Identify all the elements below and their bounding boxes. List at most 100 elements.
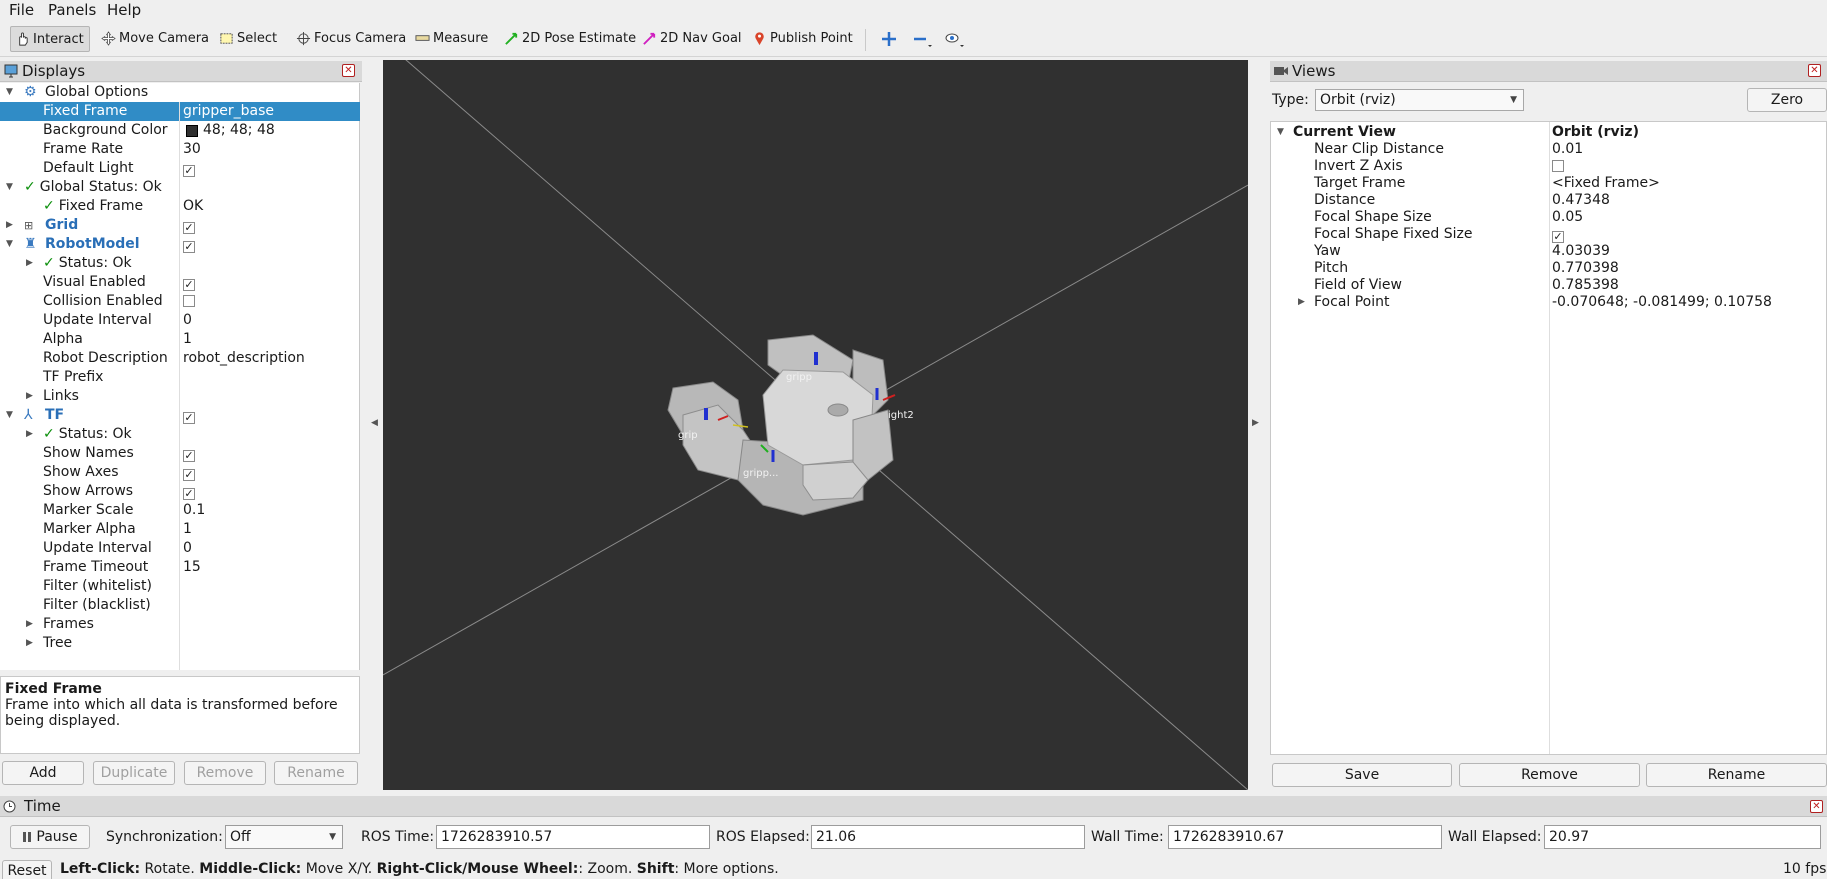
collapse-arrow-icon[interactable]: ▶ — [26, 615, 33, 634]
expand-arrow-icon[interactable]: ▼ — [6, 178, 13, 197]
close-icon[interactable]: ✕ — [1808, 64, 1821, 77]
fixed-frame-value[interactable]: gripper_base — [183, 102, 274, 121]
yaw-row[interactable]: Yaw 4.03039 — [1271, 243, 1827, 260]
alpha-value[interactable]: 1 — [183, 330, 192, 349]
tree-row-tf-update-interval[interactable]: Update Interval 0 — [0, 539, 360, 558]
collapse-arrow-icon[interactable]: ▶ — [26, 634, 33, 653]
tree-row-tree[interactable]: ▶ Tree — [0, 634, 360, 653]
remove-tool-minus-icon[interactable] — [912, 30, 934, 50]
invert-z-checkbox[interactable] — [1552, 160, 1564, 172]
remove-display-button[interactable]: Remove — [184, 761, 266, 785]
marker-alpha-value[interactable]: 1 — [183, 520, 192, 539]
tree-row-update-interval[interactable]: Update Interval 0 — [0, 311, 360, 330]
right-splitter-arrow-icon[interactable]: ▶ — [1252, 418, 1259, 428]
frame-timeout-value[interactable]: 15 — [183, 558, 201, 577]
zero-button[interactable]: Zero — [1747, 88, 1827, 112]
grid-enabled-checkbox[interactable]: ✓ — [183, 222, 195, 234]
interact-tool-button[interactable]: Interact — [10, 26, 90, 52]
expand-arrow-icon[interactable]: ▼ — [1277, 124, 1284, 141]
row-value[interactable]: 0.05 — [1552, 209, 1583, 226]
tree-row-filter-blacklist[interactable]: Filter (blacklist) — [0, 596, 360, 615]
background-color-value[interactable]: 48; 48; 48 — [183, 121, 275, 140]
tf-enabled-checkbox[interactable]: ✓ — [183, 412, 195, 424]
measure-tool-button[interactable]: Measure — [411, 26, 494, 52]
tree-row-tf-prefix[interactable]: TF Prefix — [0, 368, 360, 387]
pitch-row[interactable]: Pitch 0.770398 — [1271, 260, 1827, 277]
render-viewport[interactable]: gripp ight2 grip gripp... — [383, 60, 1248, 790]
collision-enabled-checkbox[interactable] — [183, 295, 195, 307]
tf-update-interval-value[interactable]: 0 — [183, 539, 192, 558]
tree-row-collision-enabled[interactable]: Collision Enabled — [0, 292, 360, 311]
collapse-arrow-icon[interactable]: ▶ — [6, 216, 13, 235]
expand-arrow-icon[interactable]: ▼ — [6, 83, 13, 102]
column-divider[interactable] — [179, 102, 180, 670]
remove-view-button[interactable]: Remove — [1459, 763, 1640, 787]
show-arrows-checkbox[interactable]: ✓ — [183, 488, 195, 500]
focal-shape-size-row[interactable]: Focal Shape Size 0.05 — [1271, 209, 1827, 226]
tree-row-visual-enabled[interactable]: Visual Enabled ✓ — [0, 273, 360, 292]
pause-button[interactable]: Pause — [10, 825, 90, 849]
save-view-button[interactable]: Save — [1272, 763, 1452, 787]
row-value[interactable]: -0.070648; -0.081499; 0.10758 — [1552, 294, 1772, 311]
sync-select[interactable]: Off ▼ — [225, 825, 343, 849]
tree-row-global-options[interactable]: ▼ ⚙ Global Options — [0, 83, 360, 102]
row-value[interactable]: 0.01 — [1552, 141, 1583, 158]
tree-row-tf-status[interactable]: ▶ ✓ Status: Ok — [0, 425, 360, 444]
add-tool-plus-icon[interactable] — [880, 30, 898, 48]
tree-row-frame-timeout[interactable]: Frame Timeout 15 — [0, 558, 360, 577]
reset-button[interactable]: Reset — [2, 860, 52, 879]
tree-row-global-status[interactable]: ▼ ✓ Global Status: Ok — [0, 178, 360, 197]
target-frame-row[interactable]: Target Frame <Fixed Frame> — [1271, 175, 1827, 192]
visual-enabled-checkbox[interactable]: ✓ — [183, 279, 195, 291]
tree-row-show-axes[interactable]: Show Axes ✓ — [0, 463, 360, 482]
duplicate-display-button[interactable]: Duplicate — [93, 761, 175, 785]
tree-row-robot-status[interactable]: ▶ ✓ Status: Ok — [0, 254, 360, 273]
row-value[interactable]: 4.03039 — [1552, 243, 1610, 260]
show-axes-checkbox[interactable]: ✓ — [183, 469, 195, 481]
rename-view-button[interactable]: Rename — [1646, 763, 1827, 787]
tree-row-links[interactable]: ▶ Links — [0, 387, 360, 406]
menu-file[interactable]: File — [9, 0, 34, 20]
focal-point-row[interactable]: ▶ Focal Point -0.070648; -0.081499; 0.10… — [1271, 294, 1827, 311]
wall-time-field[interactable]: 1726283910.67 — [1168, 825, 1442, 849]
expand-arrow-icon[interactable]: ▼ — [6, 235, 13, 254]
collapse-arrow-icon[interactable]: ▶ — [26, 254, 33, 273]
update-interval-value[interactable]: 0 — [183, 311, 192, 330]
tree-row-fixed-frame-status[interactable]: ✓ Fixed Frame OK — [0, 197, 360, 216]
row-value[interactable]: 0.770398 — [1552, 260, 1619, 277]
robotmodel-enabled-checkbox[interactable]: ✓ — [183, 241, 195, 253]
near-clip-row[interactable]: Near Clip Distance 0.01 — [1271, 141, 1827, 158]
ros-elapsed-field[interactable]: 21.06 — [811, 825, 1085, 849]
default-light-checkbox[interactable]: ✓ — [183, 165, 195, 177]
nav-goal-tool-button[interactable]: 2D Nav Goal — [638, 26, 748, 52]
row-value[interactable]: <Fixed Frame> — [1552, 175, 1660, 192]
focal-shape-fixed-checkbox[interactable]: ✓ — [1552, 231, 1564, 243]
publish-point-tool-button[interactable]: Publish Point — [748, 26, 859, 52]
focal-shape-fixed-row[interactable]: Focal Shape Fixed Size ✓ — [1271, 226, 1827, 243]
show-names-checkbox[interactable]: ✓ — [183, 450, 195, 462]
tree-row-show-names[interactable]: Show Names ✓ — [0, 444, 360, 463]
view-type-select[interactable]: Orbit (rviz) ▼ — [1315, 89, 1524, 111]
tree-row-marker-alpha[interactable]: Marker Alpha 1 — [0, 520, 360, 539]
expand-arrow-icon[interactable]: ▼ — [6, 406, 13, 425]
close-icon[interactable]: ✕ — [342, 64, 355, 77]
select-tool-button[interactable]: Select — [215, 26, 283, 52]
field-of-view-row[interactable]: Field of View 0.785398 — [1271, 277, 1827, 294]
tree-row-robotmodel[interactable]: ▼ ♜ RobotModel ✓ — [0, 235, 360, 254]
tree-row-filter-whitelist[interactable]: Filter (whitelist) — [0, 577, 360, 596]
focus-camera-tool-button[interactable]: Focus Camera — [292, 26, 412, 52]
tree-row-show-arrows[interactable]: Show Arrows ✓ — [0, 482, 360, 501]
tree-row-frames[interactable]: ▶ Frames — [0, 615, 360, 634]
current-view-row[interactable]: ▼ Current View Orbit (rviz) — [1271, 124, 1827, 141]
wall-elapsed-field[interactable]: 20.97 — [1544, 825, 1821, 849]
marker-scale-value[interactable]: 0.1 — [183, 501, 205, 520]
tree-row-robot-description[interactable]: Robot Description robot_description — [0, 349, 360, 368]
close-icon[interactable]: ✕ — [1810, 800, 1823, 813]
menu-panels[interactable]: Panels — [48, 0, 96, 20]
robot-description-value[interactable]: robot_description — [183, 349, 305, 368]
collapse-arrow-icon[interactable]: ▶ — [26, 425, 33, 444]
ros-time-field[interactable]: 1726283910.57 — [436, 825, 710, 849]
add-display-button[interactable]: Add — [2, 761, 84, 785]
invert-z-row[interactable]: Invert Z Axis — [1271, 158, 1827, 175]
tree-row-tf[interactable]: ▼ ⅄ TF ✓ — [0, 406, 360, 425]
